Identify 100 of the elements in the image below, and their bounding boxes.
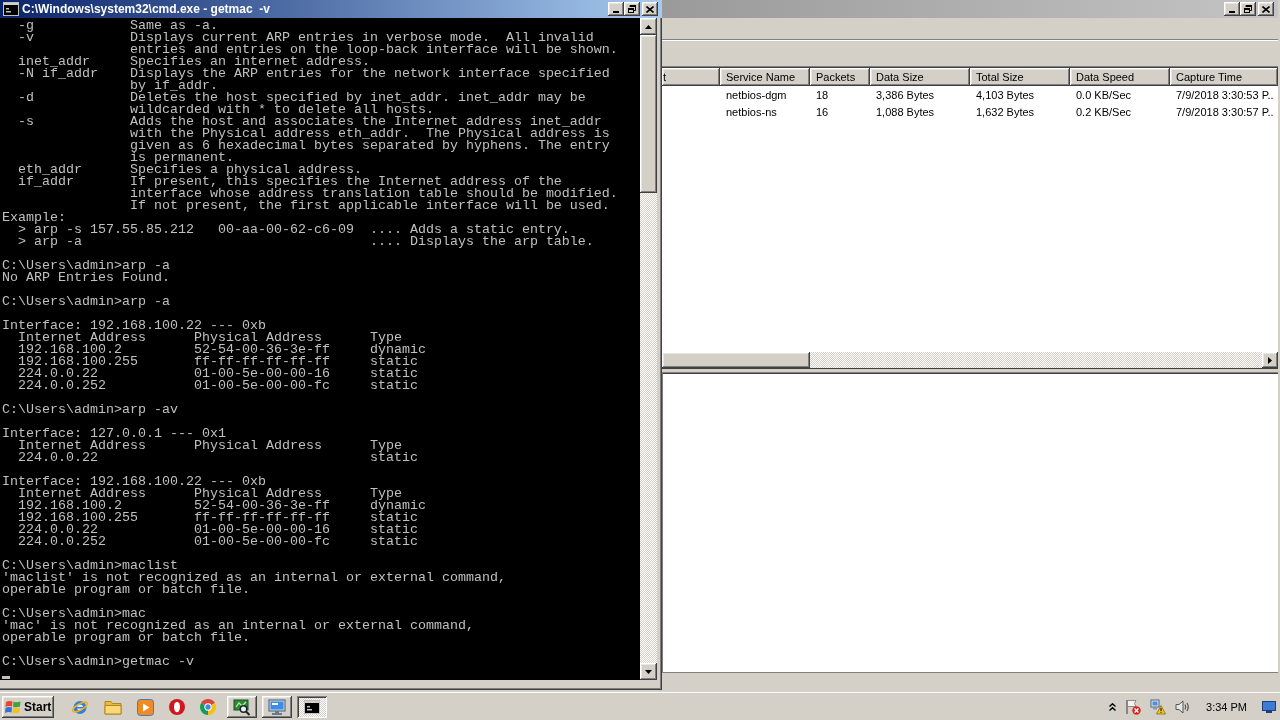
network-warning-icon[interactable] [1150,699,1167,715]
horizontal-scrollbar[interactable] [662,352,1278,368]
console-line: No ARP Entries Found. [2,272,170,284]
console-line: with the Physical address eth_addr. The Physical address is [128,128,610,140]
table-cell-text: 1,632 Bytes [975,104,1036,120]
scroll-right-button[interactable] [1262,352,1278,368]
segmented-disc-icon[interactable] [200,699,216,715]
console-line: -s Adds the host and associates the Internet address inet_addr [17,116,602,128]
desktop-icon[interactable] [1262,701,1276,713]
console-line: 'maclist' is not recognized as an internal or external command, [2,572,506,584]
console-line: Interface: 127.0.0.1 --- 0x1 [2,428,226,440]
taskbar-button[interactable] [297,696,327,718]
scroll-thumb[interactable] [640,35,657,193]
console-line: Internet Address Physical Address Type [17,488,402,500]
globe-icon[interactable] [71,698,89,716]
close-icon [646,5,654,13]
start-button[interactable]: Start [2,696,54,718]
console-line: -g Same as -a. [17,20,218,32]
console-line: 192.168.100.2 52-54-00-36-3e-ff dynamic [17,344,426,356]
column-header[interactable]: Service Name [720,68,810,86]
console-line: 192.168.100.255 ff-ff-ff-ff-ff-ff static [17,512,418,524]
column-header[interactable]: Packets [810,68,870,86]
console-line: Internet Address Physical Address Type [17,440,402,452]
console-line: wildcarded with * to delete all hosts. [128,104,434,116]
console-line: Internet Address Physical Address Type [17,332,402,344]
table-cell-text: netbios-dgm [725,87,788,103]
screen-magnifier-icon [233,698,251,716]
ring-icon[interactable] [169,699,185,715]
console-line: C:\Users\admin>getmac -v [2,656,194,668]
console-line: 192.168.100.255 ff-ff-ff-ff-ff-ff static [17,356,418,368]
table-cell-text: 3,386 Bytes [875,87,936,103]
down-arrow-icon [645,669,652,674]
clock-time[interactable]: 3:34 PM [1206,701,1247,713]
double-chevron-up-icon[interactable] [1109,703,1117,711]
console-line: If not present, the first applicable interface will be used. [128,200,610,212]
minimize-icon [1229,11,1235,13]
console-line: 224.0.0.252 01-00-5e-00-00-fc static [17,536,418,548]
window-title: C:\Windows\system32\cmd.exe - getmac -v [22,2,270,16]
scroll-up-button[interactable] [640,18,657,35]
close-icon [1262,5,1270,13]
cursor-icon [2,676,10,679]
vertical-scrollbar[interactable] [640,18,657,680]
scroll-down-button[interactable] [640,663,657,680]
console-line: given as 6 hexadecimal bytes separated by hyphens. The entry [128,140,610,152]
column-header[interactable]: Capture Time [1170,68,1278,86]
minimize-button[interactable] [1224,2,1240,16]
flag-error-icon[interactable] [1125,699,1142,715]
console-line: -v Displays current ARP entries in verbose mode. All invalid [17,32,594,44]
console-line: Interface: 192.168.100.22 --- 0xb [2,320,266,332]
taskbar-button[interactable] [227,696,257,718]
console-line: if_addr If present, this specifies the Internet address of the [17,176,562,188]
console-line: C:\Users\admin>arp -a [2,296,170,308]
column-header[interactable]: Total Size [970,68,1070,86]
speaker-icon[interactable] [1175,700,1192,714]
console-line: 224.0.0.252 01-00-5e-00-00-fc static [17,380,418,392]
close-button[interactable] [642,2,658,16]
console-line: 192.168.100.2 52-54-00-36-3e-ff dynamic [17,500,426,512]
minimize-icon [613,11,619,13]
console-icon [3,2,19,16]
console-line: operable program or batch file. [2,632,250,644]
console-line: > arp -s 157.55.85.212 00-aa-00-62-c6-09 .... Adds a static entry. [18,224,570,236]
console-line: 224.0.0.22 01-00-5e-00-00-16 static [17,368,418,380]
table-cell-text: 0.0 KB/Sec [1075,87,1133,103]
minimize-button[interactable] [608,2,624,16]
console-line: 224.0.0.22 01-00-5e-00-00-16 static [17,524,418,536]
restore-icon [628,5,636,13]
console-line: interface whose address translation table should be modified. [128,188,618,200]
console-line: by if_addr. [128,80,218,92]
table-cell-text: 4,103 Bytes [975,87,1036,103]
up-arrow-icon [645,24,652,29]
console-line: 'mac' is not recognized as an internal or external command, [2,620,474,632]
table-cell-text: netbios-ns [725,104,778,120]
taskbar-button[interactable] [262,696,292,718]
column-header[interactable]: t [662,68,720,86]
console-icon [304,700,320,714]
table-cell-text: 7/9/2018 3:30:53 P.. [1175,87,1275,103]
console-line: inet_addr Specifies an internet address. [17,56,370,68]
table-cell-text: 7/9/2018 3:30:57 P.. [1175,104,1275,120]
console-line: -d Deletes the host specified by inet_addr. inet_addr may be [17,92,586,104]
table-cell-text: 1,088 Bytes [875,104,936,120]
restore-icon [1244,5,1252,13]
scroll-thumb[interactable] [662,352,810,368]
console-line: is permanent. [128,152,234,164]
restore-button[interactable] [624,2,640,16]
play-icon[interactable] [137,698,154,716]
close-button[interactable] [1258,2,1274,16]
table-cell-text: 16 [815,104,830,120]
table-cell-text: 18 [815,87,830,103]
console-line: Interface: 192.168.100.22 --- 0xb [2,476,266,488]
monitor-icon [268,699,286,715]
column-header[interactable]: Data Speed [1070,68,1170,86]
console-line: C:\Users\admin>arp -a [2,260,170,272]
console-line: Example: [2,212,66,224]
console-line: operable program or batch file. [2,584,250,596]
restore-button[interactable] [1240,2,1256,16]
console-line: C:\Users\admin>mac [2,608,146,620]
console-line: C:\Users\admin>maclist [2,560,178,572]
console-line: eth_addr Specifies a physical address. [17,164,362,176]
console-line: 224.0.0.22 static [17,452,418,464]
column-header[interactable]: Data Size [870,68,970,86]
